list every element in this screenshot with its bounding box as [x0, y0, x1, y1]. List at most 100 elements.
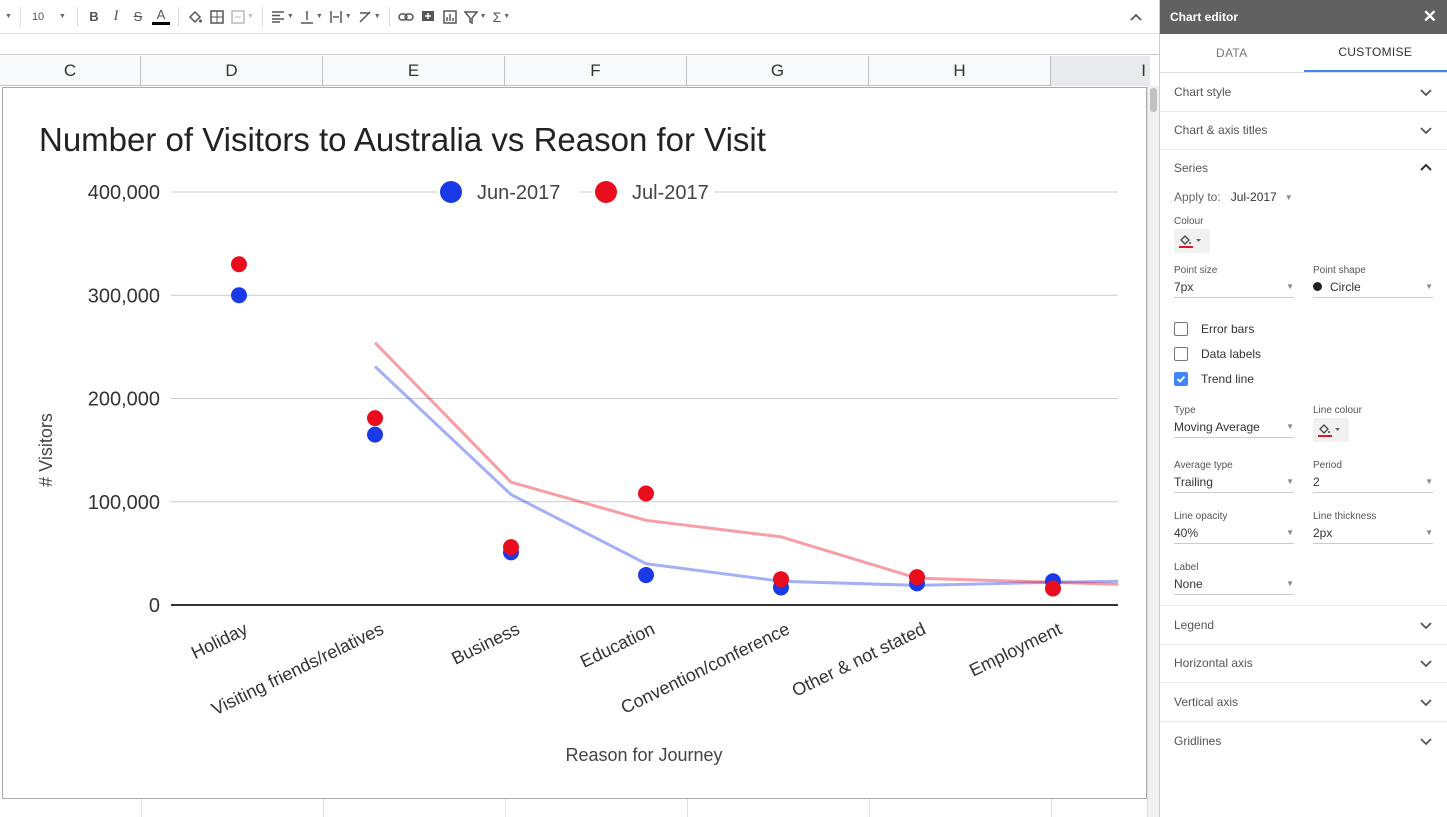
chevron-down-icon: ▼ — [315, 13, 323, 20]
y-tick-label: 200,000 — [88, 389, 160, 411]
trend-line-label: Trend line — [1201, 371, 1254, 386]
section-horizontal-axis[interactable]: Horizontal axis — [1160, 645, 1447, 683]
trend-label-group: Label None ▼ — [1174, 562, 1433, 595]
label-label: Label — [1174, 562, 1199, 573]
data-point-jul — [231, 256, 247, 273]
tab-customise[interactable]: CUSTOMISE — [1303, 34, 1447, 72]
section-series[interactable]: Series — [1160, 150, 1447, 186]
line-opacity-value: 40% — [1174, 525, 1199, 540]
vertical-align-icon[interactable]: ▼ — [297, 5, 326, 29]
panel-header: Chart editor ✕ — [1160, 0, 1447, 34]
data-labels-checkbox[interactable] — [1174, 346, 1188, 361]
line-colour-picker-button[interactable] — [1313, 418, 1349, 442]
column-header-d[interactable]: D — [141, 56, 323, 86]
column-header-e[interactable]: E — [323, 56, 505, 86]
colour-picker-button[interactable] — [1174, 229, 1210, 253]
apply-to-select[interactable]: Jul-2017 ▼ — [1231, 190, 1293, 204]
line-colour-group: Line colour — [1313, 405, 1433, 442]
font-caret[interactable]: ▼ — [0, 5, 15, 29]
trend-label-value: None — [1174, 576, 1203, 591]
chevron-down-icon: ▼ — [1284, 192, 1293, 202]
scrollbar-thumb[interactable] — [1150, 88, 1157, 112]
apply-to-label: Apply to: — [1174, 190, 1221, 204]
section-chart-axis-titles[interactable]: Chart & axis titles — [1160, 112, 1447, 150]
insert-chart-icon[interactable] — [439, 5, 461, 29]
functions-button[interactable]: Σ ▼ — [490, 5, 514, 29]
strikethrough-button[interactable]: S — [127, 5, 149, 29]
sigma-icon: Σ — [492, 8, 502, 25]
tab-data[interactable]: DATA — [1160, 34, 1304, 72]
formula-bar[interactable] — [0, 34, 1159, 55]
chevron-down-icon: ▼ — [344, 13, 352, 20]
embedded-chart[interactable]: Number of Visitors to Australia vs Reaso… — [2, 87, 1147, 799]
trend-type-select[interactable]: Moving Average ▼ — [1174, 416, 1294, 438]
insert-comment-icon[interactable] — [417, 5, 439, 29]
point-size-select[interactable]: 7px ▼ — [1174, 276, 1294, 298]
line-thickness-select[interactable]: 2px ▼ — [1313, 522, 1433, 544]
text-wrap-icon[interactable]: ▼ — [326, 5, 355, 29]
data-point-jul — [773, 571, 789, 588]
trend-line-checkbox[interactable] — [1174, 371, 1188, 386]
italic-button[interactable]: I — [105, 5, 127, 29]
error-bars-checkbox[interactable] — [1174, 321, 1188, 336]
fill-bucket-icon — [1179, 235, 1201, 248]
toolbar-divider — [388, 6, 390, 27]
x-tick-label: Education — [577, 619, 658, 672]
chevron-down-icon: ▼ — [1425, 528, 1433, 537]
line-thickness-value: 2px — [1313, 525, 1333, 540]
font-size-select[interactable]: 10 ▼ — [26, 5, 72, 29]
section-chart-style[interactable]: Chart style — [1160, 73, 1447, 112]
chart-editor-panel: Chart editor ✕ DATA CUSTOMISE Chart styl… — [1159, 0, 1447, 817]
vertical-scrollbar[interactable] — [1147, 86, 1159, 817]
text-color-button[interactable]: A — [149, 5, 173, 29]
chevron-down-icon: ▼ — [1286, 477, 1294, 486]
period-value: 2 — [1313, 474, 1320, 489]
section-gridlines[interactable]: Gridlines — [1160, 722, 1447, 761]
filter-icon[interactable]: ▼ — [461, 5, 490, 29]
average-type-label: Average type — [1174, 460, 1233, 471]
line-opacity-select[interactable]: 40% ▼ — [1174, 522, 1294, 544]
toolbar-divider — [261, 6, 263, 27]
column-header-i[interactable]: I — [1051, 56, 1150, 86]
chevron-down-icon: ▼ — [1425, 282, 1433, 291]
average-type-select[interactable]: Trailing ▼ — [1174, 471, 1294, 493]
column-header-f[interactable]: F — [505, 56, 687, 86]
line-style-row: Line opacity 40% ▼ Line thickness 2px ▼ — [1174, 511, 1433, 544]
column-header-g[interactable]: G — [687, 56, 869, 86]
borders-icon[interactable] — [206, 5, 228, 29]
insert-link-icon[interactable] — [395, 5, 417, 29]
line-colour-label: Line colour — [1313, 405, 1362, 416]
close-icon[interactable]: ✕ — [1423, 7, 1437, 27]
horizontal-align-icon[interactable]: ▼ — [268, 5, 297, 29]
y-axis-title: # Visitors — [36, 413, 56, 487]
point-shape-label: Point shape — [1313, 265, 1366, 276]
trend-type-value: Moving Average — [1174, 419, 1260, 434]
check-icon — [1176, 375, 1186, 383]
trend-label-select[interactable]: None ▼ — [1174, 573, 1294, 595]
apply-to-value: Jul-2017 — [1230, 190, 1277, 204]
point-shape-group: Point shape Circle ▼ — [1313, 265, 1433, 298]
period-select[interactable]: 2 ▼ — [1313, 471, 1433, 493]
text-rotation-icon[interactable]: ▼ — [355, 5, 384, 29]
chevron-down-icon — [1420, 89, 1432, 97]
column-header-c[interactable]: C — [0, 56, 141, 86]
merge-cells-icon[interactable]: ▼ — [228, 5, 257, 29]
data-point-jun — [231, 287, 247, 304]
section-label: Legend — [1174, 617, 1215, 632]
section-vertical-axis[interactable]: Vertical axis — [1160, 683, 1447, 722]
data-point-jun — [367, 426, 383, 443]
data-point-jun — [638, 567, 654, 584]
toolbar-divider — [76, 6, 78, 27]
chevron-down-icon — [1420, 660, 1432, 668]
x-tick-label: Business — [448, 619, 522, 669]
chart-canvas: Number of Visitors to Australia vs Reaso… — [36, 121, 1119, 765]
column-header-h[interactable]: H — [869, 56, 1051, 86]
data-point-jul — [638, 485, 654, 502]
bold-button[interactable]: B — [83, 5, 105, 29]
fill-color-icon[interactable] — [184, 5, 206, 29]
collapse-toolbar-icon[interactable] — [1125, 5, 1147, 29]
section-legend[interactable]: Legend — [1160, 606, 1447, 645]
point-size-value: 7px — [1174, 279, 1194, 294]
average-type-value: Trailing — [1174, 474, 1213, 489]
point-shape-select[interactable]: Circle ▼ — [1313, 276, 1433, 298]
